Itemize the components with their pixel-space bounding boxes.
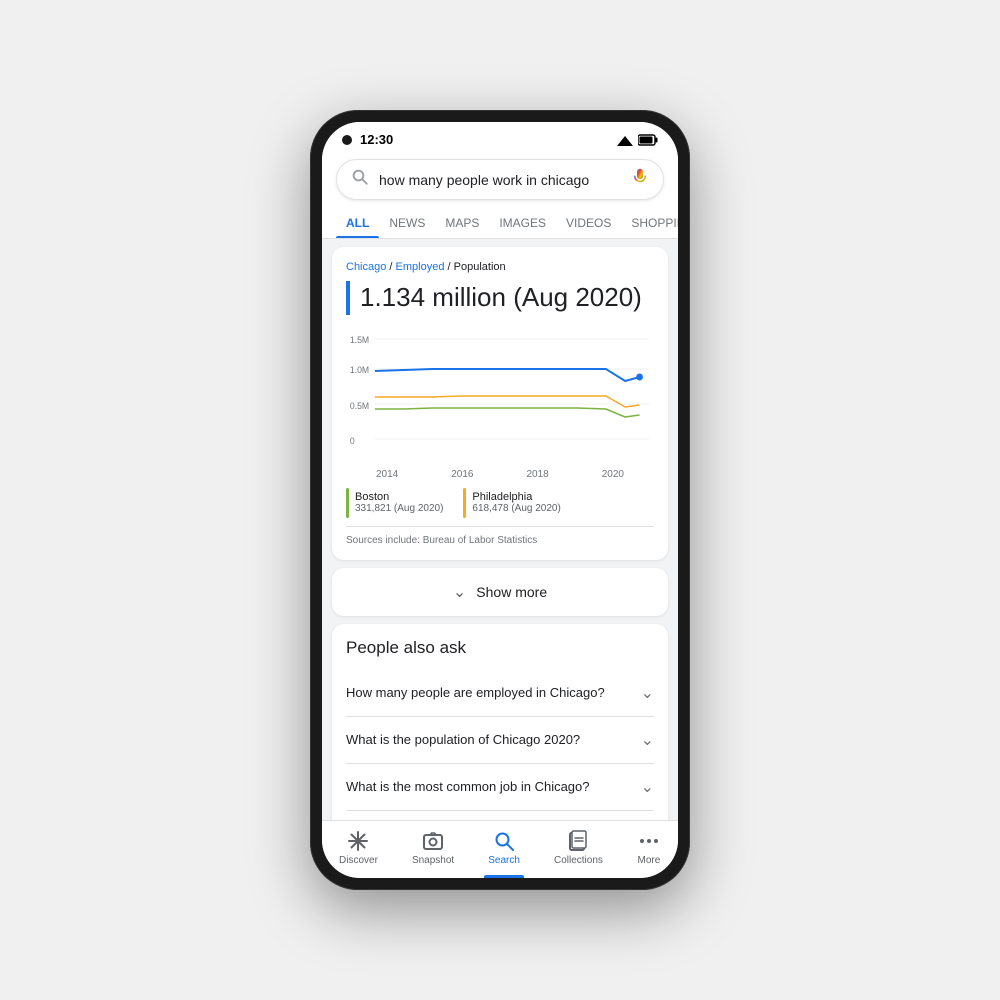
more-icon <box>637 829 661 853</box>
discover-icon <box>346 829 370 853</box>
tab-images[interactable]: IMAGES <box>489 208 556 238</box>
status-time: 12:30 <box>360 132 393 147</box>
phone-device: 12:30 <box>310 110 690 890</box>
mic-icon[interactable] <box>631 168 649 191</box>
bottom-nav: Discover Snapshot <box>322 820 678 878</box>
tab-videos[interactable]: VIDEOS <box>556 208 621 238</box>
knowledge-panel: Chicago / Employed / Population 1.134 mi… <box>332 247 668 560</box>
svg-text:0: 0 <box>350 436 355 446</box>
people-also-ask-section: People also ask How many people are empl… <box>332 624 668 820</box>
nav-search-label: Search <box>488 855 520 866</box>
breadcrumb-employed[interactable]: Employed <box>396 261 445 273</box>
nav-search[interactable]: Search <box>476 829 532 866</box>
breadcrumb: Chicago / Employed / Population <box>346 261 654 273</box>
nav-more-label: More <box>638 855 661 866</box>
nav-discover-label: Discover <box>339 855 378 866</box>
nav-snapshot[interactable]: Snapshot <box>400 829 466 866</box>
tab-maps[interactable]: MAPS <box>435 208 489 238</box>
signal-icon <box>617 134 633 146</box>
chart-label-2016: 2016 <box>451 469 473 480</box>
paa-item-3[interactable]: What is the most common job in Chicago? … <box>346 764 654 811</box>
paa-question-1: How many people are employed in Chicago? <box>346 685 633 700</box>
chart-legend: Boston 331,821 (Aug 2020) Philadelphia 6… <box>346 488 654 518</box>
legend-boston: Boston 331,821 (Aug 2020) <box>346 488 443 518</box>
status-bar: 12:30 <box>322 122 678 153</box>
search-results-content: Chicago / Employed / Population 1.134 mi… <box>322 239 678 820</box>
paa-question-3: What is the most common job in Chicago? <box>346 779 633 794</box>
paa-chevron-1: ⌄ <box>641 683 654 703</box>
chart-x-labels: 2014 2016 2018 2020 <box>346 469 654 480</box>
paa-chevron-3: ⌄ <box>641 777 654 797</box>
breadcrumb-current: Population <box>454 261 506 273</box>
chart-label-2020: 2020 <box>602 469 624 480</box>
tab-shopping[interactable]: SHOPPING <box>621 208 678 238</box>
breadcrumb-city[interactable]: Chicago <box>346 261 386 273</box>
search-nav-icon <box>492 829 516 853</box>
chart-svg: 1.5M 1.0M 0.5M 0 <box>346 329 654 459</box>
search-icon <box>351 168 369 191</box>
legend-boston-value: 331,821 (Aug 2020) <box>355 503 443 514</box>
collections-icon <box>566 829 590 853</box>
main-statistic: 1.134 million (Aug 2020) <box>346 281 654 315</box>
battery-icon <box>638 134 658 146</box>
search-tabs: ALL NEWS MAPS IMAGES VIDEOS SHOPPING <box>322 208 678 239</box>
nav-collections[interactable]: Collections <box>542 829 615 866</box>
search-input-wrap[interactable]: how many people work in chicago <box>336 159 664 200</box>
legend-philadelphia: Philadelphia 618,478 (Aug 2020) <box>463 488 560 518</box>
legend-boston-color <box>346 488 349 518</box>
paa-question-2: What is the population of Chicago 2020? <box>346 732 633 747</box>
legend-philadelphia-color <box>463 488 466 518</box>
tab-all[interactable]: ALL <box>336 208 379 238</box>
legend-boston-city: Boston <box>355 491 443 503</box>
show-more-chevron: ⌄ <box>453 582 466 602</box>
status-left: 12:30 <box>342 132 393 147</box>
status-right <box>617 134 658 146</box>
paa-chevron-2: ⌄ <box>641 730 654 750</box>
nav-collections-label: Collections <box>554 855 603 866</box>
svg-text:1.5M: 1.5M <box>350 335 369 345</box>
show-more-label: Show more <box>476 584 547 600</box>
paa-item-1[interactable]: How many people are employed in Chicago?… <box>346 670 654 717</box>
show-more-button[interactable]: ⌄ Show more <box>332 568 668 616</box>
paa-item-4[interactable]: What's the unemployment rate in Chicago?… <box>346 811 654 820</box>
nav-snapshot-label: Snapshot <box>412 855 454 866</box>
legend-philadelphia-value: 618,478 (Aug 2020) <box>472 503 560 514</box>
employment-chart: 1.5M 1.0M 0.5M 0 <box>346 329 654 459</box>
camera-dot <box>342 135 352 145</box>
paa-item-2[interactable]: What is the population of Chicago 2020? … <box>346 717 654 764</box>
legend-philadelphia-text: Philadelphia 618,478 (Aug 2020) <box>472 488 560 518</box>
legend-boston-text: Boston 331,821 (Aug 2020) <box>355 488 443 518</box>
svg-text:0.5M: 0.5M <box>350 401 369 411</box>
chart-label-2018: 2018 <box>527 469 549 480</box>
nav-discover[interactable]: Discover <box>327 829 390 866</box>
svg-text:1.0M: 1.0M <box>350 365 369 375</box>
chart-label-2014: 2014 <box>376 469 398 480</box>
search-query-text: how many people work in chicago <box>379 172 621 188</box>
paa-title: People also ask <box>346 638 654 658</box>
tab-news[interactable]: NEWS <box>379 208 435 238</box>
nav-more[interactable]: More <box>625 829 673 866</box>
legend-philadelphia-city: Philadelphia <box>472 491 560 503</box>
sources-text: Sources include: Bureau of Labor Statist… <box>346 526 654 546</box>
phone-screen: 12:30 <box>322 122 678 878</box>
snapshot-icon <box>421 829 445 853</box>
search-bar-container: how many people work in chicago <box>322 153 678 208</box>
